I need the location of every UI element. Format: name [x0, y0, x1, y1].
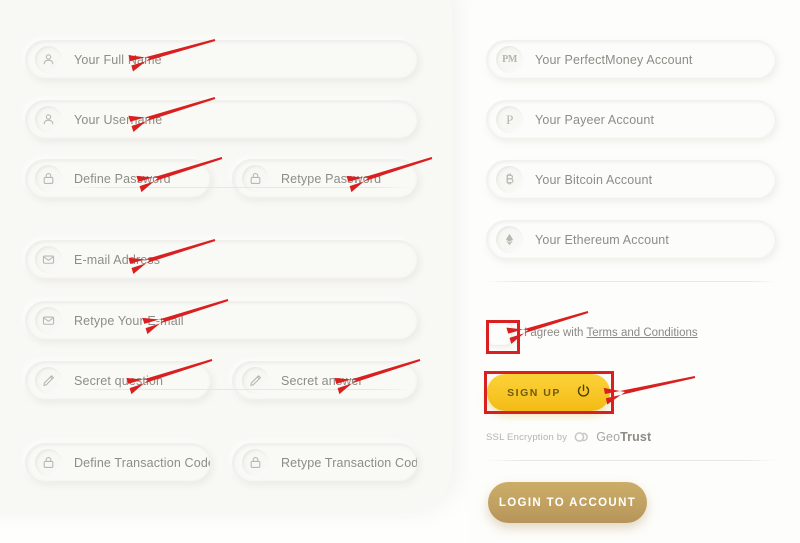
user-icon	[35, 106, 62, 133]
ethereum-icon	[496, 226, 523, 253]
ssl-encryption-row: SSL Encryption by GeoTrust	[486, 430, 651, 444]
left-registration-card: Your Full Name Your Username Define Passwo…	[0, 0, 452, 510]
input-bitcoin[interactable]: Your Bitcoin Account	[486, 160, 776, 199]
lock-icon	[35, 165, 62, 192]
lock-icon	[242, 449, 269, 476]
user-icon	[35, 46, 62, 73]
input-full-name[interactable]: Your Full Name	[25, 40, 418, 79]
section-divider	[486, 460, 776, 461]
section-divider	[65, 389, 410, 390]
left-fields-container: Your Full Name Your Username Define Passwo…	[0, 0, 452, 510]
input-username[interactable]: Your Username	[25, 100, 418, 139]
input-retype-txn-code[interactable]: Retype Transaction Code	[232, 443, 418, 482]
terms-prefix: I agree with	[524, 327, 587, 339]
terms-agreement-row[interactable]: I agree with Terms and Conditions	[486, 320, 698, 346]
placeholder-ethereum: Your Ethereum Account	[535, 232, 670, 247]
sign-up-button[interactable]: SIGN UP	[487, 374, 610, 411]
envelope-icon	[35, 307, 62, 334]
input-define-txn-code[interactable]: Define Transaction Code	[25, 443, 211, 482]
section-divider	[486, 281, 776, 282]
input-payeer[interactable]: P Your Payeer Account	[486, 100, 776, 139]
lock-icon	[35, 449, 62, 476]
payeer-icon: P	[496, 106, 523, 133]
placeholder-retype-email: Retype Your E-mail	[74, 313, 184, 328]
placeholder-email: E-mail Address	[74, 252, 161, 267]
pencil-icon	[35, 367, 62, 394]
input-define-password[interactable]: Define Password	[25, 159, 211, 198]
input-secret-answer[interactable]: Secret answer	[232, 361, 418, 400]
placeholder-retype-password: Retype Password	[281, 171, 382, 186]
input-email[interactable]: E-mail Address	[25, 240, 418, 279]
right-payment-column: PM Your PerfectMoney Account P Your Payeer …	[470, 0, 800, 543]
placeholder-secret-question: Secret question	[74, 373, 164, 388]
input-retype-password[interactable]: Retype Password	[232, 159, 418, 198]
bitcoin-icon	[496, 166, 523, 193]
terms-and-conditions-link[interactable]: Terms and Conditions	[586, 327, 697, 339]
placeholder-full-name: Your Full Name	[74, 52, 162, 67]
envelope-icon	[35, 246, 62, 273]
signup-form-screenshot: Your Full Name Your Username Define Passwo…	[0, 0, 800, 543]
terms-checkbox[interactable]	[486, 320, 512, 346]
input-ethereum[interactable]: Your Ethereum Account	[486, 220, 776, 259]
placeholder-username: Your Username	[74, 112, 163, 127]
geotrust-brand: GeoTrust	[596, 430, 651, 444]
placeholder-secret-answer: Secret answer	[281, 373, 363, 388]
placeholder-perfectmoney: Your PerfectMoney Account	[535, 52, 693, 67]
geotrust-suffix: Trust	[620, 430, 652, 444]
placeholder-payeer: Your Payeer Account	[535, 112, 655, 127]
perfectmoney-icon: PM	[496, 46, 523, 73]
sign-up-label: SIGN UP	[507, 386, 561, 399]
geotrust-icon	[574, 430, 589, 444]
ssl-text: SSL Encryption by	[486, 431, 568, 443]
placeholder-retype-txn-code: Retype Transaction Code	[281, 455, 418, 470]
placeholder-bitcoin: Your Bitcoin Account	[535, 172, 653, 187]
geotrust-prefix: Geo	[596, 430, 621, 444]
input-perfectmoney[interactable]: PM Your PerfectMoney Account	[486, 40, 776, 79]
power-icon	[577, 384, 590, 401]
input-retype-email[interactable]: Retype Your E-mail	[25, 301, 418, 340]
section-divider	[65, 187, 410, 188]
login-to-account-button[interactable]: LOGIN TO ACCOUNT	[488, 482, 647, 523]
input-secret-question[interactable]: Secret question	[25, 361, 211, 400]
placeholder-define-password: Define Password	[74, 171, 171, 186]
terms-text: I agree with Terms and Conditions	[524, 327, 698, 339]
placeholder-define-txn-code: Define Transaction Code	[74, 455, 211, 470]
